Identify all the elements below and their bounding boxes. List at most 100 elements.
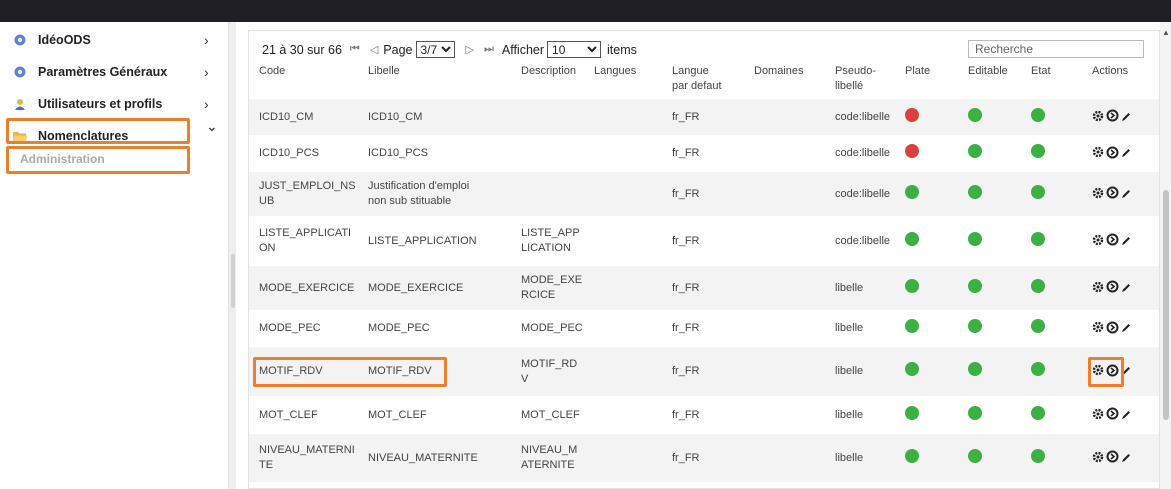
- cell-description: MODE_PEC: [511, 310, 584, 347]
- pencil-icon[interactable]: [1121, 321, 1131, 336]
- cell-etat: [1021, 216, 1082, 266]
- gear-icon[interactable]: [1092, 234, 1104, 249]
- column-header-code[interactable]: Code: [249, 59, 358, 99]
- cell-langues: [584, 135, 662, 172]
- table-row[interactable]: MOT_CLEF MOT_CLEF MOT_CLEF fr_FR libelle: [249, 396, 1159, 434]
- gear-icon[interactable]: [1092, 321, 1104, 336]
- arrow-circle-icon[interactable]: [1106, 450, 1119, 466]
- cell-editable: [958, 135, 1021, 172]
- column-header-langue-defaut[interactable]: Langue par defaut: [662, 59, 744, 99]
- table-row[interactable]: ICD10_PCS ICD10_PCS fr_FR code:libelle: [249, 135, 1159, 172]
- status-etat-green-dot: [1031, 231, 1045, 246]
- chevron-right-icon[interactable]: ›: [204, 96, 209, 112]
- chevron-down-icon[interactable]: ⌄: [206, 118, 218, 135]
- sidebar-item-label: Paramètres Généraux: [38, 65, 168, 79]
- table-row[interactable]: ICD10_CM ICD10_CM fr_FR code:libelle: [249, 99, 1159, 135]
- table-row[interactable]: NIVEAU_MATERNI TE NIVEAU_MATERNITE NIVEAU_…: [249, 434, 1159, 482]
- table-row[interactable]: MODE_EXERCICE MODE_EXERCICE MODE_EXE RCICE…: [249, 266, 1159, 310]
- pencil-icon[interactable]: [1121, 281, 1131, 296]
- pencil-icon[interactable]: [1121, 451, 1131, 466]
- cell-description: MOT_CLEF: [511, 396, 584, 434]
- cell-domaines: [744, 266, 825, 310]
- next-page-icon[interactable]: ▷: [466, 43, 474, 56]
- cell-description: [511, 172, 584, 216]
- search-input[interactable]: [968, 40, 1144, 58]
- status-editable-green-dot: [968, 448, 982, 463]
- last-page-icon[interactable]: ⏭: [484, 43, 494, 56]
- cell-actions: [1082, 172, 1159, 216]
- row-actions: [1092, 450, 1159, 466]
- users-icon: [12, 97, 28, 111]
- cell-langues: [584, 266, 662, 310]
- status-etat-green-dot: [1031, 107, 1045, 122]
- chevron-right-icon[interactable]: ›: [204, 64, 209, 80]
- cell-langue-defaut: fr_FR: [662, 172, 744, 216]
- first-page-icon[interactable]: ⏮: [350, 43, 360, 56]
- table-row[interactable]: LISTE_APPLICATI ON LISTE_APPLICATION LISTE…: [249, 216, 1159, 266]
- cell-editable: [958, 216, 1021, 266]
- column-header-pseudo-libelle[interactable]: Pseudo-libellé: [825, 59, 895, 99]
- panel-splitter[interactable]: [228, 22, 236, 489]
- table-row[interactable]: MODE_PEC MODE_PEC MODE_PEC fr_FR libelle: [249, 310, 1159, 347]
- arrow-circle-icon[interactable]: [1106, 321, 1119, 337]
- arrow-circle-icon[interactable]: [1106, 407, 1119, 423]
- status-editable-green-dot: [968, 231, 982, 246]
- scrollbar-thumb[interactable]: [1163, 190, 1169, 420]
- sidebar-item-parametres-generaux[interactable]: Paramètres Généraux ›: [0, 56, 228, 88]
- column-header-actions: Actions: [1092, 65, 1129, 77]
- cell-actions: [1082, 310, 1159, 347]
- status-plate-green-dot: [905, 278, 919, 293]
- page-select[interactable]: 3/7: [415, 41, 455, 58]
- column-header-langues[interactable]: Langues: [584, 59, 662, 99]
- cell-description: LISTE_APP LICATION: [511, 216, 584, 266]
- pencil-icon[interactable]: [1121, 187, 1131, 202]
- sidebar-item-utilisateurs[interactable]: Utilisateurs et profils ›: [0, 88, 228, 120]
- column-header-plate[interactable]: Plate: [895, 59, 958, 99]
- gear-icon[interactable]: [1092, 451, 1104, 466]
- splitter-grip[interactable]: [231, 254, 235, 308]
- gear-icon[interactable]: [1092, 110, 1104, 125]
- table-row[interactable]: JUST_EMPLOI_NS UB Justification d'emploi …: [249, 172, 1159, 216]
- column-header-editable[interactable]: Editable: [958, 59, 1021, 99]
- cell-domaines: [744, 347, 825, 396]
- cell-actions: [1082, 135, 1159, 172]
- gear-icon[interactable]: [1092, 281, 1104, 296]
- cell-actions: [1082, 266, 1159, 310]
- pencil-icon[interactable]: [1121, 408, 1131, 423]
- arrow-circle-icon[interactable]: [1106, 146, 1119, 162]
- gear-icon[interactable]: [1092, 146, 1104, 161]
- row-actions: [1092, 109, 1159, 125]
- status-plate-red-dot: [905, 144, 919, 158]
- column-header-libelle[interactable]: Libelle: [358, 59, 511, 99]
- cell-langue-defaut: fr_FR: [662, 216, 744, 266]
- gear-icon[interactable]: [1092, 187, 1104, 202]
- cell-langues: [584, 99, 662, 135]
- column-header-domaines[interactable]: Domaines: [744, 59, 825, 99]
- gear-icon[interactable]: [1092, 408, 1104, 423]
- pencil-icon[interactable]: [1121, 110, 1131, 125]
- previous-page-icon[interactable]: ◁: [370, 43, 378, 56]
- status-plate-green-dot: [905, 405, 919, 420]
- highlight-motif-rdv-actions: [1088, 357, 1124, 387]
- gear-icon: [12, 33, 28, 47]
- sidebar-item-ideoods[interactable]: IdéoODS ›: [0, 24, 228, 56]
- arrow-circle-icon[interactable]: [1106, 186, 1119, 202]
- pencil-icon[interactable]: [1121, 234, 1131, 249]
- cell-libelle: MOT_CLEF: [358, 396, 511, 434]
- sidebar-item-label: IdéoODS: [38, 33, 91, 47]
- cell-etat: [1021, 310, 1082, 347]
- arrow-circle-icon[interactable]: [1106, 233, 1119, 249]
- status-plate-green-dot: [905, 184, 919, 199]
- arrow-circle-icon[interactable]: [1106, 280, 1119, 296]
- arrow-circle-icon[interactable]: [1106, 109, 1119, 125]
- gear-icon: [12, 65, 28, 79]
- chevron-right-icon[interactable]: ›: [204, 32, 209, 48]
- column-header-description[interactable]: Description: [511, 59, 584, 99]
- items-per-page-select[interactable]: 10: [547, 41, 602, 58]
- cell-langues: [584, 434, 662, 482]
- scroll-up-icon[interactable]: ▲: [1162, 28, 1170, 37]
- sidebar-subitem-administration[interactable]: Administration: [20, 152, 105, 166]
- status-etat-green-dot: [1031, 319, 1045, 333]
- pencil-icon[interactable]: [1121, 146, 1131, 161]
- column-header-etat[interactable]: Etat: [1021, 59, 1082, 99]
